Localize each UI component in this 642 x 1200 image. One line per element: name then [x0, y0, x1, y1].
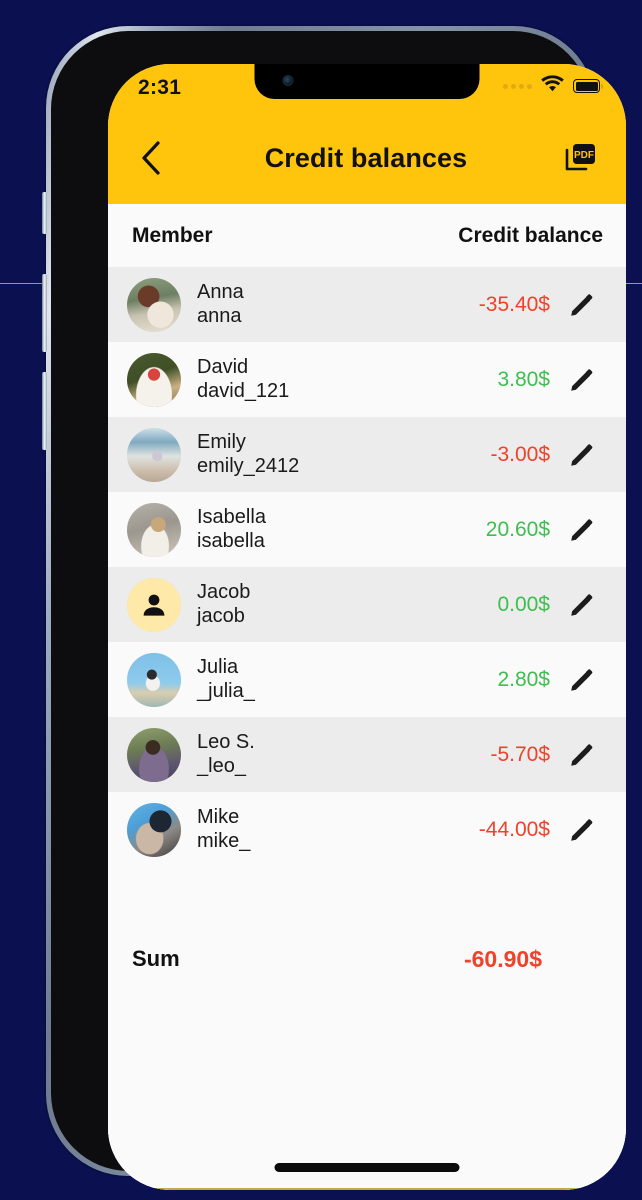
- member-names: Leo S. _leo_: [197, 731, 255, 778]
- table-row[interactable]: Emily emily_2412 -3.00$: [108, 417, 626, 492]
- pencil-edit-icon[interactable]: [560, 733, 604, 777]
- battery-full-icon: [573, 79, 603, 93]
- cellular-dots-icon: [503, 83, 532, 89]
- member-names: Jacob jacob: [197, 581, 250, 628]
- volume-down-button[interactable]: [42, 372, 47, 450]
- avatar: [127, 802, 181, 857]
- home-indicator[interactable]: [274, 1163, 460, 1172]
- credit-balance-value: 20.60$: [485, 517, 550, 541]
- table-row[interactable]: Mike mike_ -44.00$: [108, 792, 626, 867]
- member-handle: anna: [197, 304, 242, 327]
- member-handle: _leo_: [197, 754, 246, 777]
- sum-value: -60.90$: [463, 945, 542, 972]
- member-display-name: Jacob: [197, 580, 251, 603]
- volume-up-button[interactable]: [42, 274, 47, 352]
- avatar-photo: [127, 427, 181, 482]
- wifi-icon: [541, 75, 564, 97]
- avatar-photo: [127, 802, 181, 857]
- pdf-export-icon[interactable]: PDF: [558, 135, 604, 181]
- column-header-balance: Credit balance: [458, 223, 603, 247]
- member-display-name: Emily: [197, 430, 246, 453]
- status-bar: 2:31: [108, 64, 626, 108]
- member-names: Emily emily_2412: [197, 431, 299, 478]
- pencil-edit-icon[interactable]: [560, 508, 604, 552]
- member-handle: david_121: [197, 379, 290, 402]
- credit-balance-value: -35.40$: [478, 292, 550, 316]
- avatar: [127, 652, 181, 707]
- back-chevron-icon[interactable]: [128, 135, 174, 181]
- table-row[interactable]: David david_121 3.80$: [108, 342, 626, 417]
- pencil-edit-icon[interactable]: [560, 433, 604, 477]
- member-handle: jacob: [197, 604, 245, 627]
- screenshot-stage: 2:31 Credit balances PDF Member Credit b…: [0, 0, 642, 1200]
- status-bar-clock: 2:31: [138, 75, 182, 99]
- credit-balance-value: -44.00$: [478, 817, 550, 841]
- member-display-name: David: [197, 355, 249, 378]
- credit-balance-value: -3.00$: [490, 442, 550, 466]
- person-placeholder-icon: [127, 577, 181, 632]
- credit-balance-value: 0.00$: [497, 592, 550, 616]
- avatar-photo: [127, 352, 181, 407]
- screen-body: Member Credit balance Anna anna -35.40$ Dav…: [108, 204, 626, 1190]
- table-row[interactable]: Jacob jacob 0.00$: [108, 567, 626, 642]
- member-handle: emily_2412: [197, 454, 300, 477]
- avatar: [127, 277, 181, 332]
- avatar: [127, 727, 181, 782]
- table-row[interactable]: Leo S. _leo_ -5.70$: [108, 717, 626, 792]
- screen-bottom-edge-line: [108, 1188, 626, 1190]
- column-header-member: Member: [132, 223, 213, 247]
- sum-label: Sum: [132, 946, 180, 971]
- pencil-edit-icon[interactable]: [560, 658, 604, 702]
- credit-balance-value: 3.80$: [497, 367, 550, 391]
- silent-switch-button[interactable]: [42, 192, 47, 234]
- member-names: Julia _julia_: [197, 656, 255, 703]
- avatar-photo: [127, 277, 181, 332]
- navigation-row: Credit balances PDF: [108, 112, 626, 204]
- svg-text:PDF: PDF: [574, 150, 594, 161]
- credit-balance-value: -5.70$: [490, 742, 550, 766]
- member-display-name: Julia: [197, 655, 239, 678]
- phone-device-frame: 2:31 Credit balances PDF Member Credit b…: [42, 26, 626, 1190]
- page-title: Credit balances: [264, 142, 468, 173]
- empty-space: [108, 995, 626, 1190]
- credit-balance-value: 2.80$: [497, 667, 550, 691]
- avatar: [127, 577, 181, 632]
- member-list: Anna anna -35.40$ David david_121 3.80$ Emily e…: [108, 267, 626, 867]
- table-row[interactable]: Julia _julia_ 2.80$: [108, 642, 626, 717]
- member-handle: isabella: [197, 529, 265, 552]
- member-display-name: Mike: [197, 805, 240, 828]
- member-display-name: Leo S.: [197, 730, 255, 753]
- member-names: Isabella isabella: [197, 506, 266, 553]
- pencil-edit-icon[interactable]: [560, 583, 604, 627]
- member-names: David david_121: [197, 356, 289, 403]
- member-display-name: Isabella: [197, 505, 266, 528]
- avatar-photo: [127, 727, 181, 782]
- member-handle: _julia_: [197, 679, 255, 702]
- table-header: Member Credit balance: [108, 204, 626, 267]
- avatar-photo: [127, 502, 181, 557]
- status-bar-icons: [503, 75, 603, 97]
- avatar: [127, 352, 181, 407]
- phone-screen: 2:31 Credit balances PDF Member Credit b…: [108, 64, 626, 1190]
- member-names: Anna anna: [197, 281, 244, 328]
- table-row[interactable]: Isabella isabella 20.60$: [108, 492, 626, 567]
- avatar: [127, 427, 181, 482]
- avatar: [127, 502, 181, 557]
- member-handle: mike_: [197, 829, 251, 852]
- pencil-edit-icon[interactable]: [560, 358, 604, 402]
- pencil-edit-icon[interactable]: [560, 808, 604, 852]
- sum-row: Sum -60.90$: [108, 923, 626, 995]
- pencil-edit-icon[interactable]: [560, 283, 604, 327]
- app-bar: 2:31 Credit balances PDF: [108, 64, 626, 204]
- avatar-photo: [127, 652, 181, 707]
- member-display-name: Anna: [197, 280, 244, 303]
- member-names: Mike mike_: [197, 806, 250, 853]
- table-row[interactable]: Anna anna -35.40$: [108, 267, 626, 342]
